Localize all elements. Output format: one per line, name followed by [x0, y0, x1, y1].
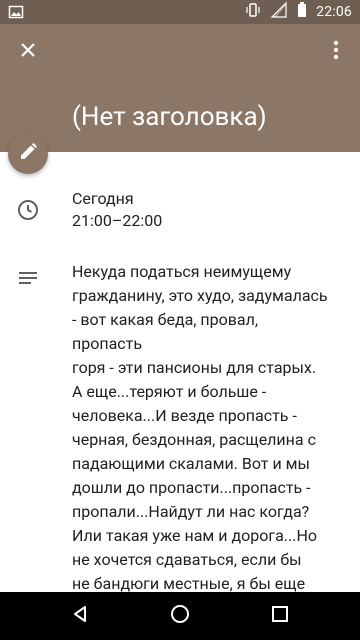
home-button[interactable]	[168, 604, 192, 628]
event-header: (Нет заголовка)	[0, 24, 360, 152]
battery-icon	[296, 1, 308, 23]
back-icon	[70, 604, 90, 628]
status-icons: 22:06	[244, 0, 352, 24]
close-button[interactable]	[12, 36, 44, 68]
signal-icon	[270, 1, 288, 23]
event-title: (Нет заголовка)	[72, 102, 267, 132]
home-icon	[169, 603, 191, 629]
recents-button[interactable]	[268, 604, 292, 628]
description-icon	[16, 266, 40, 290]
status-bar: 22:06	[0, 0, 360, 24]
event-time-range: 21:00–22:00	[72, 211, 163, 230]
event-date: Сегодня	[72, 189, 134, 208]
recents-icon	[271, 605, 289, 627]
more-options-button[interactable]	[320, 36, 352, 68]
close-icon	[18, 40, 38, 64]
more-vertical-icon	[332, 38, 340, 66]
vibrate-icon	[244, 1, 262, 23]
navigation-bar	[0, 592, 360, 640]
event-details: Сегодня 21:00–22:00 Некуда податься неим…	[0, 152, 360, 592]
event-datetime: Сегодня 21:00–22:00	[72, 188, 162, 232]
image-icon	[8, 4, 24, 20]
status-time: 22:06	[316, 4, 352, 20]
event-description: Некуда податься неимущему гражданину, эт…	[72, 262, 328, 592]
clock-icon	[16, 198, 40, 222]
back-button[interactable]	[68, 604, 92, 628]
